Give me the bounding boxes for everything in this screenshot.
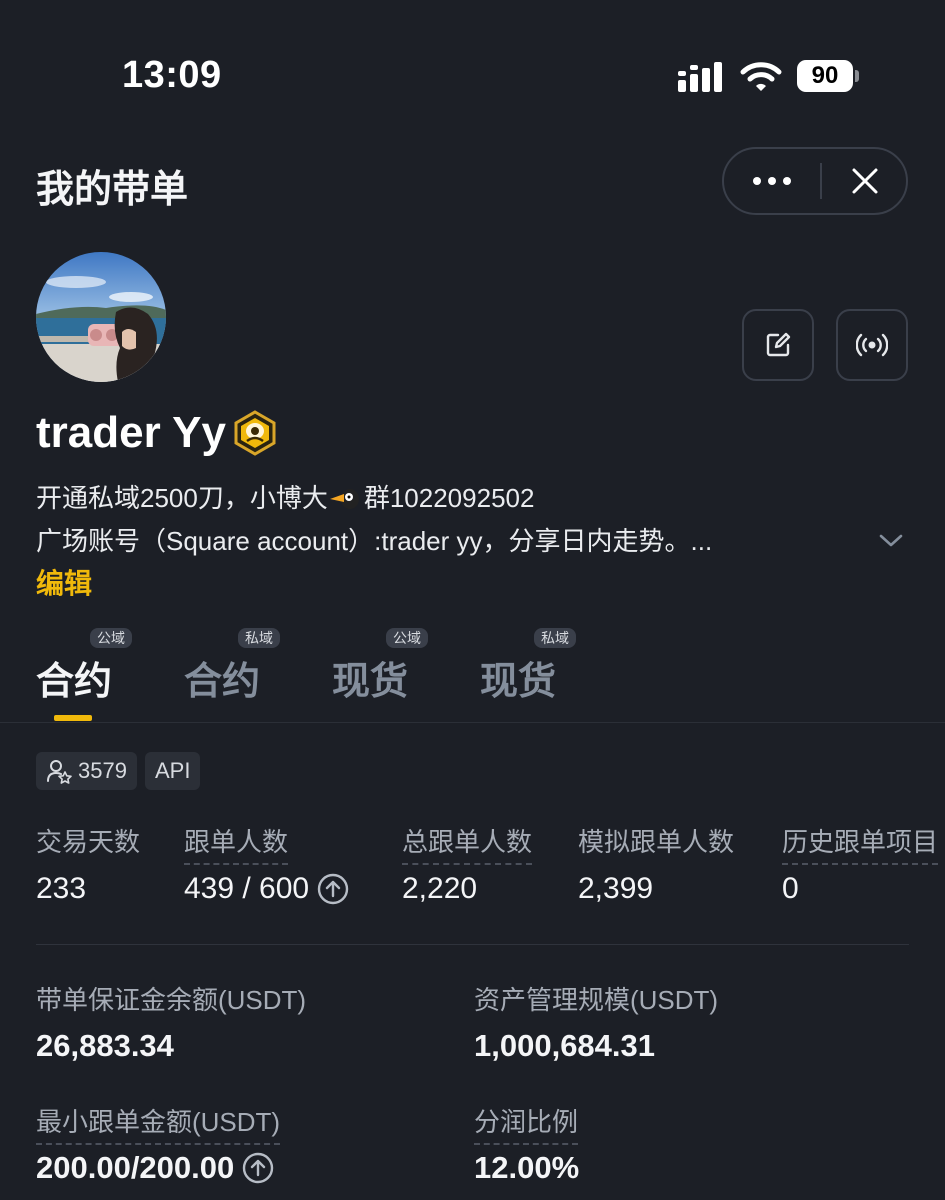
follower-count-chip: 3579: [36, 752, 137, 790]
stat-label-history-projects[interactable]: 历史跟单项目: [782, 822, 939, 865]
battery-level: 90: [797, 60, 853, 92]
close-icon: [852, 168, 878, 194]
bio-line-1: 开通私域2500刀，小博大 群1022092502: [36, 483, 535, 513]
tab-futures-public[interactable]: 合约: [36, 650, 112, 705]
margin-balance-label: 带单保证金余额(USDT): [36, 985, 307, 1015]
tab-tag-private: 私域: [238, 628, 280, 648]
aum-value: 1,000,684.31: [474, 1028, 656, 1063]
more-dots-icon: [753, 177, 791, 185]
user-star-icon: [47, 760, 72, 784]
stat-value-copiers: 439 / 600: [184, 872, 349, 906]
tab-futures-private[interactable]: 合约: [184, 650, 260, 705]
stat-value-mock-copiers: 2,399: [578, 872, 654, 905]
stat-value-trading-days: 233: [36, 872, 87, 905]
profit-share-label[interactable]: 分润比例: [474, 1102, 579, 1145]
active-tab-indicator: [54, 715, 92, 721]
mini-program-capsule: [722, 147, 908, 215]
min-copy-amount-label[interactable]: 最小跟单金额(USDT): [36, 1102, 281, 1145]
wifi-icon: [740, 62, 782, 91]
edit-square-icon: [766, 332, 791, 357]
stat-label-copiers[interactable]: 跟单人数: [184, 822, 289, 865]
edit-profile-button[interactable]: [742, 309, 814, 381]
toucan-emoji-icon: [329, 489, 359, 509]
tab-spot-public[interactable]: 现货: [332, 650, 408, 705]
status-time: 13:09: [122, 54, 222, 96]
tab-tag-private: 私域: [534, 628, 576, 648]
arrow-up-circle-icon[interactable]: [317, 873, 349, 905]
signal-icon: [678, 62, 722, 92]
profit-share-value: 12.00%: [474, 1150, 580, 1185]
stat-label-trading-days: 交易天数: [36, 827, 141, 857]
trader-name-row: trader Yy: [36, 408, 278, 458]
stat-value-total-copiers: 2,220: [402, 872, 478, 905]
stat-label-total-copiers[interactable]: 总跟单人数: [402, 822, 533, 865]
section-divider: [36, 944, 909, 945]
avatar[interactable]: [36, 252, 166, 382]
battery-indicator: 90: [797, 60, 861, 92]
tab-spot-private[interactable]: 现货: [480, 650, 556, 705]
margin-balance-value: 26,883.34: [36, 1028, 174, 1063]
verified-badge-icon: [234, 410, 276, 456]
stat-value-history-projects: 0: [782, 872, 799, 905]
close-button[interactable]: [822, 149, 908, 213]
chevron-down-icon[interactable]: [876, 526, 906, 554]
tab-divider: [0, 722, 945, 723]
trader-name: trader Yy: [36, 408, 226, 457]
api-chip: API: [145, 752, 201, 790]
tab-tag-public: 公域: [386, 628, 428, 648]
stat-label-mock-copiers: 模拟跟单人数: [578, 827, 735, 857]
page-title: 我的带单: [36, 169, 189, 211]
live-broadcast-button[interactable]: [836, 309, 908, 381]
more-button[interactable]: [724, 149, 820, 213]
aum-label: 资产管理规模(USDT): [474, 985, 719, 1015]
arrow-up-circle-icon[interactable]: [242, 1152, 274, 1184]
bio-line-2: 广场账号（Square account）:trader yy，分享日内走势。..…: [36, 526, 713, 556]
live-broadcast-icon: [856, 333, 888, 357]
edit-bio-link[interactable]: 编辑: [36, 562, 92, 602]
min-copy-amount-value: 200.00/200.00: [36, 1150, 274, 1186]
tab-tag-public: 公域: [90, 628, 132, 648]
